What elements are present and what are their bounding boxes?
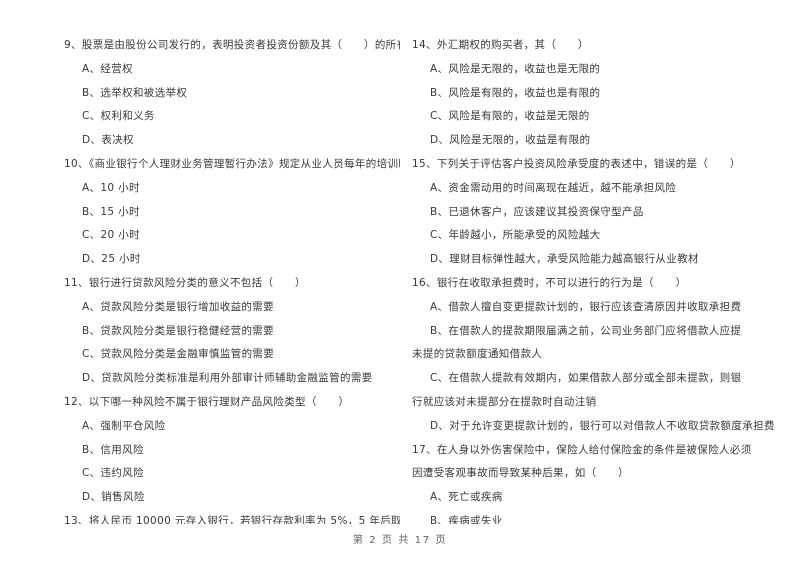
- question-option[interactable]: A、资金需动用的时间离现在越近，越不能承担风险: [412, 177, 800, 201]
- question-stem: 17、在人身以外伤害保险中，保险人给付保险金的条件是被保险人必须因遭受客观事故而…: [412, 443, 752, 480]
- question-option[interactable]: C、权利和义务: [64, 105, 400, 129]
- question-block-14: 14、外汇期权的购买者，其（ ） A、风险是无限的，收益也是无限的 B、风险是有…: [412, 34, 800, 153]
- question-stem: 15、下列关于评估客户投资风险承受度的表述中，错误的是（ ）: [412, 157, 741, 170]
- question-stem: 16、银行在收取承担费时，不可以进行的行为是（ ）: [412, 276, 687, 289]
- question-option[interactable]: C、风险是有限的，收益是无限的: [412, 105, 800, 129]
- question-block-17: 17、在人身以外伤害保险中，保险人给付保险金的条件是被保险人必须因遭受客观事故而…: [412, 439, 800, 524]
- exam-column-right: 14、外汇期权的购买者，其（ ） A、风险是无限的，收益也是无限的 B、风险是有…: [400, 34, 800, 524]
- question-option[interactable]: C、在借款人提款有效期内，如果借款人部分或全部未提款，则银行就应该对未提部分在提…: [412, 367, 750, 415]
- question-option[interactable]: B、疾病或失业: [412, 510, 800, 524]
- exam-columns: 9、股票是由股份公司发行的，表明投资者投资份额及其（ ）的所有权凭证。 A、经营…: [0, 34, 800, 524]
- question-option[interactable]: D、对于允许变更提款计划的，银行可以对借款人不收取贷款额度承担费: [412, 415, 800, 439]
- question-block-13: 13、将人民币 10000 元存入银行，若银行存款利率为 5%，5 年后取出，复…: [64, 510, 400, 524]
- question-block-9: 9、股票是由股份公司发行的，表明投资者投资份额及其（ ）的所有权凭证。 A、经营…: [64, 34, 400, 153]
- question-option[interactable]: B、15 小时: [64, 201, 400, 225]
- question-option[interactable]: A、风险是无限的，收益也是无限的: [412, 58, 800, 82]
- question-option[interactable]: B、信用风险: [64, 439, 400, 463]
- question-option[interactable]: D、25 小时: [64, 248, 400, 272]
- question-option[interactable]: B、贷款风险分类是银行稳健经营的需要: [64, 320, 400, 344]
- question-stem: 10、《商业银行个人理财业务管理暂行办法》规定从业人员每年的培训时间应不少于（ …: [64, 157, 400, 170]
- question-block-12: 12、以下哪一种风险不属于银行理财产品风险类型（ ） A、强制平仓风险 B、信用…: [64, 391, 400, 510]
- question-option[interactable]: D、表决权: [64, 129, 400, 153]
- question-option[interactable]: A、借款人擅自变更提款计划的，银行应该查清原因并收取承担费: [412, 296, 800, 320]
- question-option[interactable]: D、贷款风险分类标准是利用外部审计师辅助金融监管的需要: [64, 367, 400, 391]
- question-option[interactable]: A、经营权: [64, 58, 400, 82]
- question-option[interactable]: B、选举权和被选举权: [64, 82, 400, 106]
- question-block-15: 15、下列关于评估客户投资风险承受度的表述中，错误的是（ ） A、资金需动用的时…: [412, 153, 800, 272]
- question-stem: 12、以下哪一种风险不属于银行理财产品风险类型（ ）: [64, 395, 350, 408]
- question-block-11: 11、银行进行贷款风险分类的意义不包括（ ） A、贷款风险分类是银行增加收益的需…: [64, 272, 400, 391]
- question-option[interactable]: B、在借款人的提款期限届满之前，公司业务部门应将借款人应提未提的贷款额度通知借款…: [412, 320, 750, 368]
- exam-column-left: 9、股票是由股份公司发行的，表明投资者投资份额及其（ ）的所有权凭证。 A、经营…: [0, 34, 400, 524]
- question-option[interactable]: C、违约风险: [64, 462, 400, 486]
- exam-page: 9、股票是由股份公司发行的，表明投资者投资份额及其（ ）的所有权凭证。 A、经营…: [0, 0, 800, 565]
- page-footer: 第 2 页 共 17 页: [352, 535, 448, 546]
- question-option[interactable]: D、理财目标弹性越大，承受风险能力越高银行从业教材: [412, 248, 800, 272]
- question-option[interactable]: A、强制平仓风险: [64, 415, 400, 439]
- question-option[interactable]: C、年龄越小，所能承受的风险越大: [412, 224, 800, 248]
- question-block-16: 16、银行在收取承担费时，不可以进行的行为是（ ） A、借款人擅自变更提款计划的…: [412, 272, 800, 439]
- question-option[interactable]: B、已退休客户，应该建议其投资保守型产品: [412, 201, 800, 225]
- question-option[interactable]: A、10 小时: [64, 177, 400, 201]
- question-option[interactable]: D、风险是无限的，收益是有限的: [412, 129, 800, 153]
- question-option[interactable]: B、风险是有限的，收益也是有限的: [412, 82, 800, 106]
- question-stem: 9、股票是由股份公司发行的，表明投资者投资份额及其（ ）的所有权凭证。: [64, 39, 400, 51]
- question-option[interactable]: C、20 小时: [64, 224, 400, 248]
- question-block-10: 10、《商业银行个人理财业务管理暂行办法》规定从业人员每年的培训时间应不少于（ …: [64, 153, 400, 272]
- question-option[interactable]: C、贷款风险分类是金融审慎监管的需要: [64, 343, 400, 367]
- question-option[interactable]: A、贷款风险分类是银行增加收益的需要: [64, 296, 400, 320]
- question-stem: 11、银行进行贷款风险分类的意义不包括（ ）: [64, 276, 306, 289]
- question-option[interactable]: A、死亡或疾病: [412, 486, 800, 510]
- question-stem: 13、将人民币 10000 元存入银行，若银行存款利率为 5%，5 年后取出，复…: [64, 514, 400, 524]
- question-stem: 14、外汇期权的购买者，其（ ）: [412, 39, 589, 51]
- question-option[interactable]: D、销售风险: [64, 486, 400, 510]
